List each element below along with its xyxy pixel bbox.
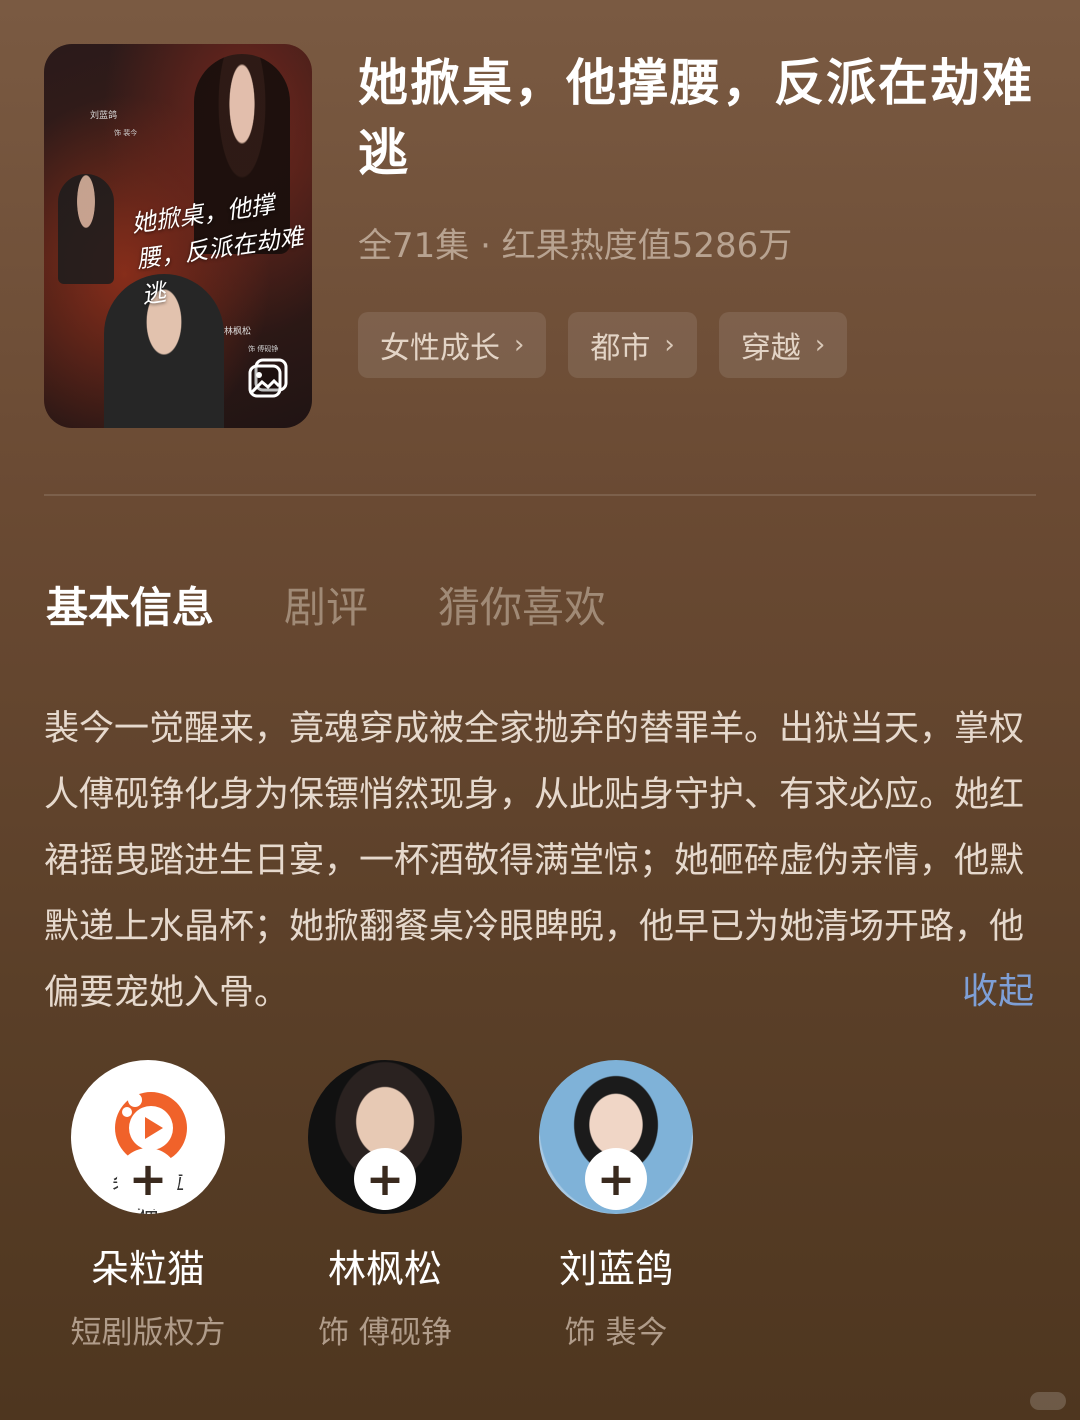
cast-item[interactable]: 朵粒猫 + 朵粒猫 短剧版权方 bbox=[48, 1060, 248, 1352]
drama-title: 她掀桌，他撑腰，反派在劫难逃 bbox=[358, 54, 1034, 182]
tag-label: 女性成长 bbox=[380, 331, 500, 366]
tag-urban[interactable]: 都市 › bbox=[568, 312, 697, 378]
poster-figure-left bbox=[58, 174, 114, 284]
detail-tabs: 基本信息 剧评 猜你喜欢 bbox=[46, 574, 606, 635]
tag-label: 穿越 bbox=[740, 331, 801, 366]
tag-female-growth[interactable]: 女性成长 › bbox=[358, 312, 547, 378]
cast-role: 饰 傅砚铮 bbox=[318, 1315, 452, 1351]
poster-actor-bottom-name: 林枫松 bbox=[224, 327, 252, 337]
watermark-badge bbox=[1030, 1392, 1066, 1410]
drama-meta: 全71集 · 红果热度值5286万 bbox=[358, 226, 793, 266]
tag-label: 都市 bbox=[590, 331, 651, 366]
poster-title-art: 她掀桌，他撑腰，反派在劫难逃 bbox=[129, 190, 306, 310]
follow-plus-icon[interactable]: + bbox=[117, 1148, 179, 1210]
cast-item[interactable]: + 林枫松 饰 傅砚铮 bbox=[285, 1060, 485, 1352]
follow-plus-icon[interactable]: + bbox=[354, 1148, 416, 1210]
image-gallery-icon[interactable] bbox=[246, 356, 290, 400]
chevron-right-icon: › bbox=[814, 330, 826, 360]
tag-time-travel[interactable]: 穿越 › bbox=[718, 312, 848, 378]
cast-name: 刘蓝鸽 bbox=[558, 1247, 673, 1291]
drama-poster[interactable]: 刘蓝鸽 饰 裴今 她掀桌，他撑腰，反派在劫难逃 林枫松 饰 傅砚铮 bbox=[44, 44, 312, 428]
genre-tags: 女性成长 › 都市 › 穿越 › bbox=[358, 312, 848, 378]
tab-reviews[interactable]: 剧评 bbox=[284, 574, 368, 635]
cast-name: 林枫松 bbox=[327, 1247, 442, 1291]
chevron-right-icon: › bbox=[514, 330, 525, 360]
chevron-right-icon: › bbox=[664, 330, 675, 360]
synopsis-text: 裴今一觉醒来，竟魂穿成被全家抛弃的替罪羊。出狱当天，掌权人傅砚铮化身为保镖悄然现… bbox=[44, 709, 1025, 1013]
tab-basic-info[interactable]: 基本信息 bbox=[46, 574, 214, 635]
cast-name: 朵粒猫 bbox=[90, 1247, 205, 1291]
cast-role: 短剧版权方 bbox=[70, 1315, 226, 1351]
tab-recommendations[interactable]: 猜你喜欢 bbox=[438, 574, 606, 635]
follow-plus-icon[interactable]: + bbox=[585, 1148, 647, 1210]
poster-actor-top-name: 刘蓝鸽 bbox=[90, 111, 118, 121]
cast-item[interactable]: + 刘蓝鸽 饰 裴今 bbox=[516, 1060, 716, 1352]
poster-actor-top-role: 饰 裴今 bbox=[114, 129, 138, 137]
poster-actor-bottom-role: 饰 傅砚铮 bbox=[248, 345, 279, 353]
collapse-link[interactable]: 收起 bbox=[962, 962, 1034, 1014]
section-divider bbox=[44, 494, 1036, 496]
cast-role: 饰 裴今 bbox=[564, 1315, 668, 1351]
